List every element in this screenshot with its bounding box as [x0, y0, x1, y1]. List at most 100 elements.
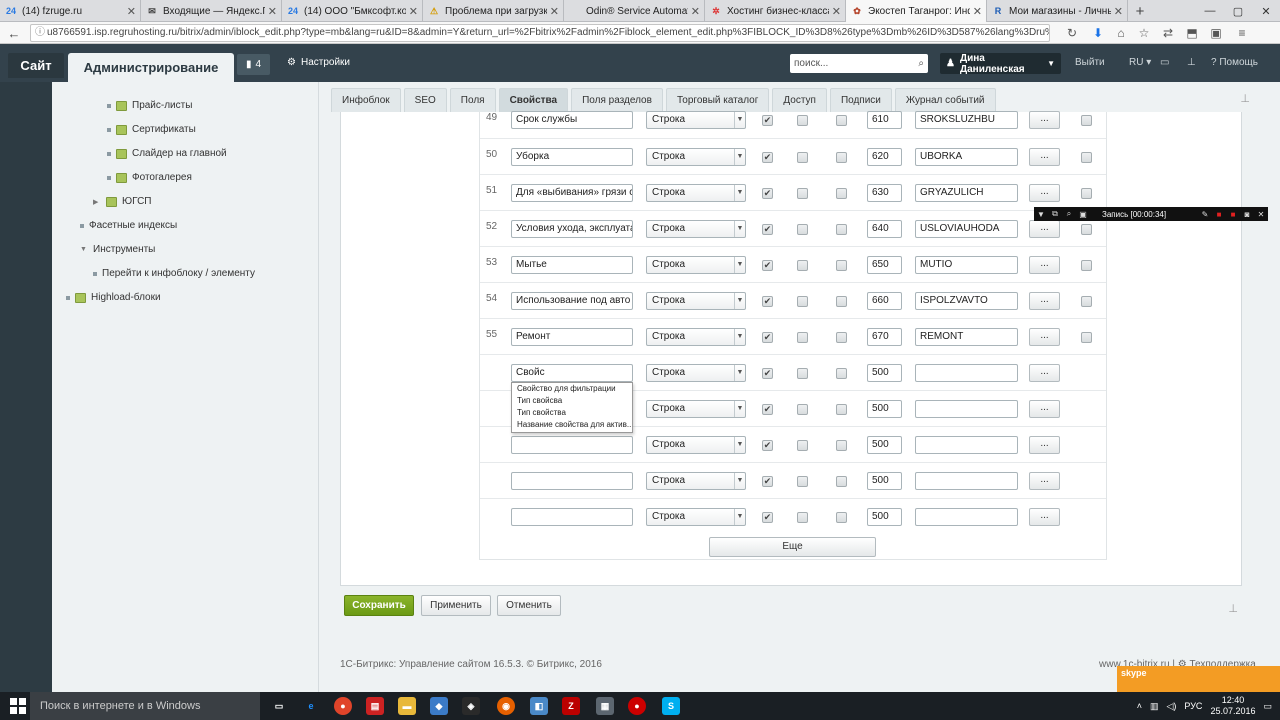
active-checkbox[interactable]: ✔ — [762, 152, 773, 163]
property-type-select[interactable]: Строка ▼ — [646, 184, 746, 202]
tab-seo[interactable]: SEO — [403, 88, 447, 112]
sidebar-item-facet-indexes[interactable]: Фасетные индексы — [80, 220, 177, 231]
edit-property-button[interactable]: ... — [1029, 328, 1060, 346]
clock[interactable]: 12:40 25.07.2016 — [1210, 695, 1255, 717]
stop-icon[interactable]: ■ — [1226, 210, 1240, 219]
sync-icon[interactable]: ⇄ — [1160, 25, 1176, 41]
multiple-checkbox[interactable] — [797, 440, 808, 451]
sort-input[interactable]: 500 — [867, 508, 902, 526]
required-checkbox[interactable] — [836, 404, 847, 415]
multiple-checkbox[interactable] — [797, 476, 808, 487]
autocomplete-item[interactable]: Тип свойства — [512, 407, 632, 419]
code-input[interactable]: REMONT — [915, 328, 1018, 346]
edit-property-button[interactable]: ... — [1029, 508, 1060, 526]
property-type-select[interactable]: Строка ▼ — [646, 220, 746, 238]
active-checkbox[interactable]: ✔ — [762, 260, 773, 271]
property-type-select[interactable]: Строка ▼ — [646, 364, 746, 382]
sort-input[interactable]: 500 — [867, 400, 902, 418]
app-4-icon[interactable]: ▦ — [596, 697, 614, 715]
edit-property-button[interactable]: ... — [1029, 111, 1060, 129]
autocomplete-item[interactable]: Название свойства для актив... — [512, 419, 632, 431]
property-name-input[interactable]: Уборка — [511, 148, 633, 166]
menu-icon[interactable]: ≡ — [1234, 25, 1250, 41]
required-checkbox[interactable] — [836, 476, 847, 487]
code-input[interactable] — [915, 472, 1018, 490]
code-input[interactable]: USLOVIAUHODA — [915, 220, 1018, 238]
app-2-icon[interactable]: ◈ — [462, 697, 480, 715]
presentation-icon[interactable]: ▤ — [366, 697, 384, 715]
help-link[interactable]: ? Помощь — [1211, 57, 1258, 68]
sort-input[interactable]: 650 — [867, 256, 902, 274]
firefox-icon[interactable]: ◉ — [497, 697, 515, 715]
active-checkbox[interactable]: ✔ — [762, 512, 773, 523]
code-input[interactable] — [915, 508, 1018, 526]
edit-property-button[interactable]: ... — [1029, 148, 1060, 166]
windows-start-icon[interactable] — [10, 698, 26, 714]
bookmark-star-icon[interactable]: ☆ — [1136, 25, 1152, 41]
property-name-input[interactable] — [511, 508, 633, 526]
code-input[interactable] — [915, 364, 1018, 382]
required-checkbox[interactable] — [836, 440, 847, 451]
code-input[interactable]: GRYAZULICH — [915, 184, 1018, 202]
required-checkbox[interactable] — [836, 188, 847, 199]
autocomplete-item[interactable]: Свойство для фильтрации — [512, 383, 632, 395]
active-checkbox[interactable]: ✔ — [762, 115, 773, 126]
sort-input[interactable]: 500 — [867, 436, 902, 454]
edit-property-button[interactable]: ... — [1029, 184, 1060, 202]
multiple-checkbox[interactable] — [797, 188, 808, 199]
sidebar-item-highload[interactable]: Highload-блоки — [66, 292, 161, 303]
multiple-checkbox[interactable] — [797, 332, 808, 343]
required-checkbox[interactable] — [836, 332, 847, 343]
network-icon[interactable]: ▥ — [1150, 701, 1159, 712]
close-window-icon[interactable]: ✕ — [1252, 0, 1280, 22]
edit-property-button[interactable]: ... — [1029, 472, 1060, 490]
active-checkbox[interactable]: ✔ — [762, 440, 773, 451]
notifications-button[interactable]: ▮ 4 — [237, 54, 270, 75]
browser-tab[interactable]: ✿ Экостеп Таганрог: Инфо...✕ — [846, 0, 987, 22]
code-input[interactable]: SROKSLUZHBU — [915, 111, 1018, 129]
delete-checkbox[interactable] — [1081, 224, 1092, 235]
edge-icon[interactable]: e — [302, 697, 320, 715]
sort-input[interactable]: 610 — [867, 111, 902, 129]
property-name-input[interactable]: Свойс — [511, 364, 633, 382]
pin-icon[interactable]: ⊥ — [1228, 602, 1238, 615]
home-icon[interactable]: ⌂ — [1113, 25, 1129, 41]
required-checkbox[interactable] — [836, 152, 847, 163]
browser-tab[interactable]: ✉ Входящие — Яндекс.Почта✕ — [141, 0, 282, 22]
multiple-checkbox[interactable] — [797, 404, 808, 415]
frame-icon[interactable]: ▣ — [1076, 210, 1090, 219]
property-type-select[interactable]: Строка ▼ — [646, 292, 746, 310]
code-input[interactable] — [915, 400, 1018, 418]
sidebar-item-gallery[interactable]: Фотогалерея — [107, 172, 192, 183]
code-input[interactable]: UBORKA — [915, 148, 1018, 166]
browser-tab[interactable]: 24 (14) ООО "Бмксофт.ком"✕ — [282, 0, 423, 22]
browser-tab[interactable]: ✲ Хостинг бизнес-класса, г...✕ — [705, 0, 846, 22]
property-type-select[interactable]: Строка ▼ — [646, 508, 746, 526]
sort-input[interactable]: 670 — [867, 328, 902, 346]
new-tab-button[interactable]: + — [1128, 0, 1152, 22]
edit-property-button[interactable]: ... — [1029, 256, 1060, 274]
skype-icon[interactable]: S — [662, 697, 680, 715]
sort-input[interactable]: 660 — [867, 292, 902, 310]
extension-2-icon[interactable]: ▣ — [1208, 25, 1224, 41]
property-name-input[interactable] — [511, 436, 633, 454]
sidebar-item-tools[interactable]: ▼ Инструменты — [80, 244, 155, 255]
browser-tab[interactable]: Odin® Service Automation✕ — [564, 0, 705, 22]
download-icon[interactable]: ⬇ — [1090, 25, 1106, 41]
delete-checkbox[interactable] — [1081, 260, 1092, 271]
autocomplete-item[interactable]: Тип свойсва — [512, 395, 632, 407]
required-checkbox[interactable] — [836, 296, 847, 307]
sidebar-item-price-lists[interactable]: Прайс-листы — [107, 100, 192, 111]
active-checkbox[interactable]: ✔ — [762, 404, 773, 415]
task-view-icon[interactable]: ▭ — [270, 697, 288, 715]
sidebar-item-certificates[interactable]: Сертификаты — [107, 124, 196, 135]
code-input[interactable] — [915, 436, 1018, 454]
edit-property-button[interactable]: ... — [1029, 364, 1060, 382]
property-type-select[interactable]: Строка ▼ — [646, 472, 746, 490]
property-type-select[interactable]: Строка ▼ — [646, 256, 746, 274]
delete-checkbox[interactable] — [1081, 115, 1092, 126]
window-icon[interactable]: ⧉ — [1048, 209, 1062, 219]
edit-property-button[interactable]: ... — [1029, 400, 1060, 418]
code-input[interactable]: MUTIO — [915, 256, 1018, 274]
search-icon[interactable]: ⌕ — [918, 54, 924, 73]
